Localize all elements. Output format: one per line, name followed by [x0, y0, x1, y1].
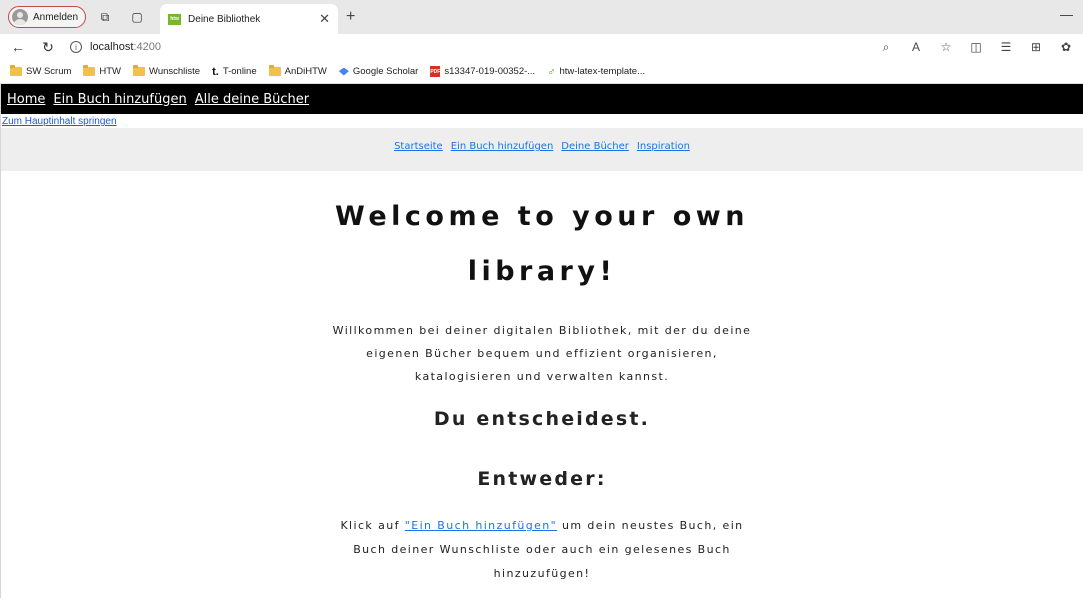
tab-deine-bibliothek[interactable]: htw Deine Bibliothek ✕: [160, 4, 339, 34]
read-aloud-icon[interactable]: A: [909, 40, 923, 54]
avatar-icon: [12, 9, 28, 25]
bookmark-pdf[interactable]: PDF s13347-019-00352-...: [430, 66, 535, 77]
nav-link-add-book[interactable]: Ein Buch hinzufügen: [53, 92, 186, 107]
minimize-window-icon[interactable]: —: [1060, 7, 1073, 22]
url-host: localhost: [90, 41, 134, 53]
pdf-icon: PDF: [430, 66, 441, 77]
profile-button[interactable]: Anmelden: [8, 6, 87, 28]
bookmark-sw-scrum[interactable]: SW Scrum: [10, 65, 71, 77]
folder-icon: [268, 65, 281, 76]
favorite-star-icon[interactable]: ☆: [939, 40, 953, 54]
extensions-icon[interactable]: ✿: [1059, 40, 1073, 54]
bookmark-htw-latex[interactable]: ♂ htw-latex-template...: [547, 66, 645, 78]
collections-icon[interactable]: ⊞: [1029, 40, 1043, 54]
intro-paragraph: Willkommen bei deiner digitalen Biblioth…: [332, 324, 752, 383]
bookmark-wunschliste[interactable]: Wunschliste: [133, 65, 200, 77]
profile-label: Anmelden: [33, 11, 79, 23]
site-info-icon[interactable]: i: [70, 41, 82, 53]
tab-title: Deine Bibliothek: [188, 13, 261, 25]
folder-icon: [83, 65, 96, 76]
back-arrow-icon[interactable]: ←: [10, 39, 26, 55]
bookmark-andihtw[interactable]: AnDiHTW: [268, 65, 327, 77]
browser-tab-bar: Anmelden ⧉ ▢ htw Deine Bibliothek ✕ + —: [0, 0, 1083, 34]
nav-link-all-books[interactable]: Alle deine Bücher: [195, 92, 309, 107]
url-port: :4200: [133, 41, 161, 53]
zoom-icon[interactable]: ⌕: [879, 40, 893, 55]
workspaces-icon[interactable]: ⧉: [92, 6, 118, 28]
top-navigation: Home Ein Buch hinzufügen Alle deine Büch…: [1, 84, 1083, 114]
instruction-prefix: Klick auf: [340, 519, 405, 532]
url-field[interactable]: i localhost:4200: [70, 36, 865, 58]
google-scholar-icon: [338, 67, 349, 76]
web-page: Home Ein Buch hinzufügen Alle deine Büch…: [0, 84, 1083, 598]
page-title-line2: library!: [467, 256, 617, 287]
folder-icon: [10, 65, 22, 76]
page-title-line1: Welcome to your own: [335, 201, 749, 232]
bookmarks-bar: SW Scrum HTW Wunschliste t. T-online AnDi…: [0, 60, 1083, 84]
htw-favicon-icon: htw: [168, 13, 182, 25]
favorites-list-icon[interactable]: ☰: [999, 40, 1013, 54]
secondary-navigation: Startseite Ein Buch hinzufügen Deine Büc…: [1, 128, 1083, 171]
page-title: Welcome to your own library!: [332, 189, 752, 299]
t-online-icon: t.: [212, 65, 219, 78]
add-book-instruction: Klick auf "Ein Buch hinzufügen" um dein …: [332, 514, 752, 586]
subnav-link-inspiration[interactable]: Inspiration: [637, 141, 690, 152]
address-bar: ← ↻ i localhost:4200 ⌕ A ☆ ◫ ☰ ⊞ ✿: [0, 34, 1083, 60]
subnav-link-add-book[interactable]: Ein Buch hinzufügen: [451, 141, 554, 152]
subnav-link-my-books[interactable]: Deine Bücher: [561, 141, 629, 152]
nav-link-home[interactable]: Home: [7, 92, 45, 107]
bookmark-google-scholar[interactable]: Google Scholar: [338, 66, 418, 77]
split-screen-icon[interactable]: ◫: [969, 40, 983, 54]
skip-to-main-link[interactable]: Zum Hauptinhalt springen: [1, 114, 1083, 128]
overleaf-icon: ♂: [547, 65, 556, 78]
folder-icon: [133, 65, 146, 76]
tab-actions-icon[interactable]: ▢: [124, 6, 150, 28]
main-content: Welcome to your own library! Willkommen …: [1, 171, 1083, 586]
bookmark-t-online[interactable]: t. T-online: [212, 66, 257, 78]
heading-decide: Du entscheidest.: [433, 408, 651, 430]
bookmark-htw[interactable]: HTW: [83, 65, 121, 77]
close-tab-icon[interactable]: ✕: [319, 11, 330, 27]
subnav-link-startseite[interactable]: Startseite: [394, 141, 443, 152]
add-book-inline-link[interactable]: "Ein Buch hinzufügen": [405, 519, 557, 532]
reload-icon[interactable]: ↻: [40, 39, 56, 56]
new-tab-icon[interactable]: +: [346, 8, 355, 26]
heading-either: Entweder:: [477, 468, 607, 490]
